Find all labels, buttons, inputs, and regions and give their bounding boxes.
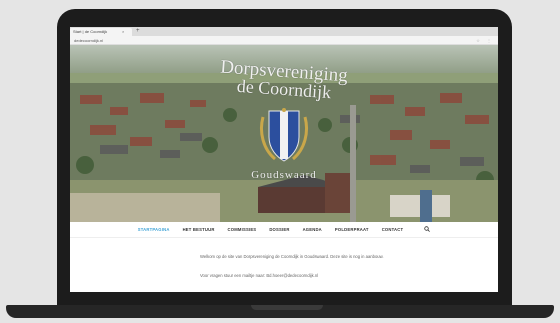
- nav-startpagina[interactable]: STARTPAGINA: [138, 227, 170, 232]
- site-subtitle: Goudswaard: [251, 169, 317, 181]
- browser-tab[interactable]: Start | de Coorndijk ×: [70, 28, 132, 36]
- search-icon[interactable]: [424, 225, 431, 234]
- close-icon[interactable]: ×: [122, 28, 124, 36]
- address-bar[interactable]: dedecoorndijk.nl ☆ ⋮: [70, 36, 498, 45]
- nav-polderpraat[interactable]: POLDERPRAAT: [335, 227, 369, 232]
- bookmark-menu-icons[interactable]: ☆ ⋮: [476, 36, 494, 45]
- nav-contact[interactable]: CONTACT: [382, 227, 404, 232]
- new-tab-icon[interactable]: +: [136, 27, 140, 36]
- browser-tab-title: Start | de Coorndijk: [73, 29, 108, 34]
- hero-banner: Dorpsvereniging de Coorndijk Goudswaard: [70, 45, 498, 222]
- contact-text: Voor vragen stuur een mailtje naar: Bd.h…: [200, 273, 319, 278]
- laptop-base: [6, 305, 554, 318]
- coat-of-arms-icon: [260, 108, 308, 162]
- nav-het-bestuur[interactable]: HET BESTUUR: [183, 227, 215, 232]
- main-navigation: STARTPAGINA HET BESTUUR COMMISSIES DOSSI…: [70, 222, 498, 238]
- nav-agenda[interactable]: AGENDA: [303, 227, 322, 232]
- nav-dossier[interactable]: DOSSIER: [269, 227, 289, 232]
- url-field[interactable]: dedecoorndijk.nl: [74, 36, 103, 45]
- nav-commissies[interactable]: COMMISSIES: [228, 227, 257, 232]
- browser-tab-bar: Start | de Coorndijk × +: [70, 27, 498, 36]
- laptop-screen: Start | de Coorndijk × + dedecoorndijk.n…: [70, 27, 498, 292]
- laptop-notch: [251, 305, 323, 310]
- welcome-text: Welkom op de site van Dorpsvereniging de…: [200, 254, 384, 259]
- page-content: Welkom op de site van Dorpsvereniging de…: [70, 238, 498, 292]
